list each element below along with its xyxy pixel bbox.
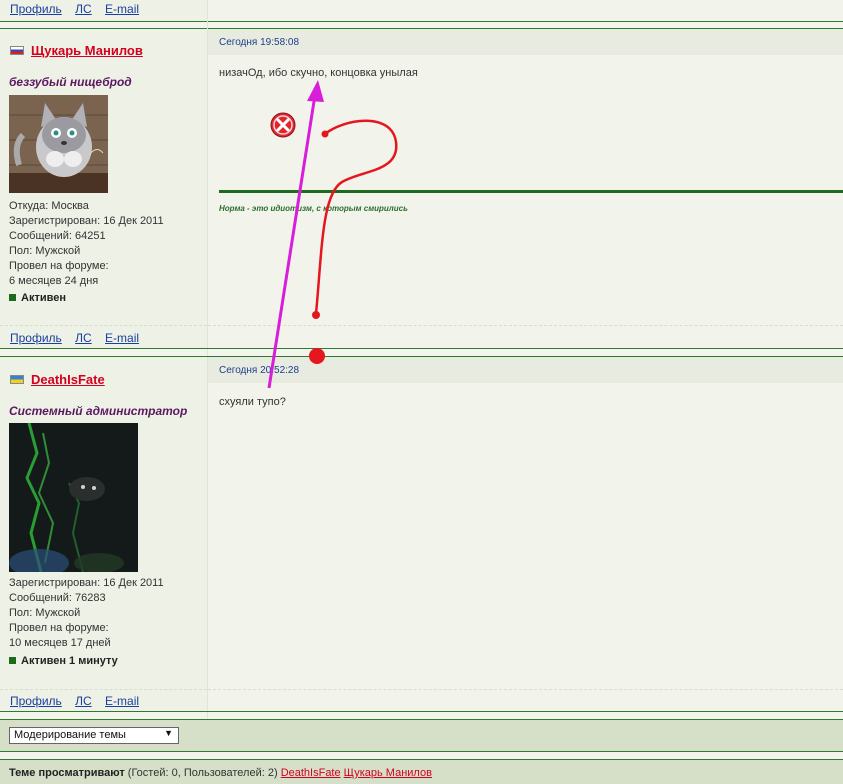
user-info: Откуда: Москва Зарегистрирован: 16 Дек 2… bbox=[9, 199, 164, 289]
dashed-divider bbox=[0, 689, 207, 690]
post-links: Профиль ЛС E-mail bbox=[10, 331, 149, 345]
flag-ru-icon bbox=[10, 46, 24, 55]
flag-ua-icon bbox=[10, 375, 24, 384]
user-title: беззубый нищеброд bbox=[9, 75, 132, 89]
post-date: Сегодня 19:58:08 bbox=[219, 37, 300, 48]
post-header bbox=[208, 357, 843, 383]
info-time-value: 10 месяцев 17 дней bbox=[9, 637, 111, 649]
post-message: схуяли тупо? bbox=[219, 396, 286, 408]
user-title: Системный администратор bbox=[9, 404, 188, 418]
viewer-link[interactable]: Щукарь Манилов bbox=[344, 767, 432, 779]
avatar bbox=[9, 423, 138, 572]
pm-link[interactable]: ЛС bbox=[75, 694, 92, 708]
info-messages: Сообщений: 64251 bbox=[9, 230, 106, 242]
profile-link[interactable]: Профиль bbox=[10, 331, 62, 345]
viewers-counts: (Гостей: 0, Пользователей: 2) bbox=[127, 767, 278, 779]
info-registered: Зарегистрирован: 16 Дек 2011 bbox=[9, 215, 164, 227]
email-link[interactable]: E-mail bbox=[105, 694, 139, 708]
dashed-divider bbox=[208, 325, 843, 326]
info-gender: Пол: Мужской bbox=[9, 607, 81, 619]
column-divider bbox=[207, 357, 208, 711]
moderation-select[interactable]: Модерирование темы ▼ bbox=[9, 727, 179, 744]
info-messages: Сообщений: 76283 bbox=[9, 592, 106, 604]
separator bbox=[0, 719, 843, 720]
pm-link[interactable]: ЛС bbox=[75, 331, 92, 345]
info-registered: Зарегистрирован: 16 Дек 2011 bbox=[9, 577, 164, 589]
info-gender: Пол: Мужской bbox=[9, 245, 81, 257]
status-badge: Активен bbox=[9, 292, 66, 304]
dropdown-arrow-icon: ▼ bbox=[164, 728, 173, 738]
profile-link[interactable]: Профиль bbox=[10, 694, 62, 708]
post-date: Сегодня 20:52:28 bbox=[219, 365, 300, 376]
avatar bbox=[9, 95, 108, 193]
profile-link[interactable]: Профиль bbox=[10, 2, 62, 16]
status-badge: Активен 1 минуту bbox=[9, 655, 118, 667]
dashed-divider bbox=[0, 325, 207, 326]
pm-link[interactable]: ЛС bbox=[75, 2, 92, 16]
viewers-label: Теме просматривают bbox=[9, 767, 125, 779]
email-link[interactable]: E-mail bbox=[105, 331, 139, 345]
info-time-label: Провел на форуме: bbox=[9, 622, 109, 634]
post-links: Профиль ЛС E-mail bbox=[10, 694, 149, 708]
author-name[interactable]: DeathIsFate bbox=[31, 372, 105, 387]
separator bbox=[0, 751, 843, 752]
moderation-select-value: Модерирование темы bbox=[14, 729, 126, 741]
author-name[interactable]: Щукарь Манилов bbox=[31, 43, 143, 58]
viewer-link[interactable]: DeathIsFate bbox=[281, 767, 341, 779]
post-body-panel bbox=[208, 357, 843, 711]
viewers-line: Теме просматривают (Гостей: 0, Пользоват… bbox=[9, 767, 432, 779]
info-time-value: 6 месяцев 24 дня bbox=[9, 275, 99, 287]
info-location: Откуда: Москва bbox=[9, 200, 89, 212]
user-info: Зарегистрирован: 16 Дек 2011 Сообщений: … bbox=[9, 576, 164, 651]
prev-post-right bbox=[208, 0, 843, 21]
separator bbox=[0, 711, 843, 712]
dashed-divider bbox=[208, 689, 843, 690]
post-header bbox=[208, 29, 843, 55]
separator bbox=[0, 21, 843, 22]
info-time-label: Провел на форуме: bbox=[9, 260, 109, 272]
separator bbox=[0, 759, 843, 760]
post-message: низачОд, ибо скучно, концовка унылая bbox=[219, 67, 418, 79]
post-signature: Норма - это идиотизм, с которым смирилис… bbox=[219, 204, 408, 213]
separator bbox=[0, 348, 843, 349]
email-link[interactable]: E-mail bbox=[105, 2, 139, 16]
signature-divider bbox=[219, 190, 843, 193]
prev-post-links: Профиль ЛС E-mail bbox=[10, 2, 149, 16]
